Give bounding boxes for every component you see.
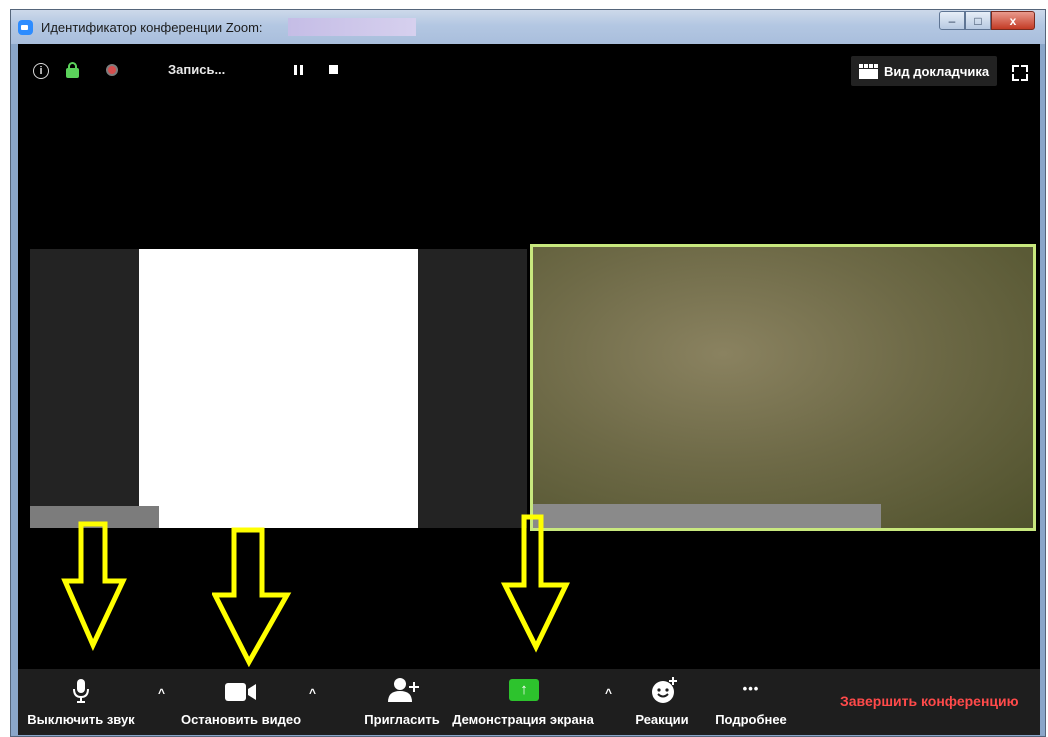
speaker-view-icon [859, 63, 878, 79]
audio-options-caret[interactable]: ^ [158, 686, 165, 700]
participant-tile-left[interactable] [30, 249, 527, 528]
pause-icon[interactable] [294, 65, 303, 75]
zoom-window: Идентификатор конференции Zoom: – □ x i … [10, 9, 1046, 737]
meeting-id-redacted [288, 18, 416, 36]
info-icon[interactable]: i [33, 63, 49, 79]
lock-body [66, 68, 79, 78]
minimize-button[interactable]: – [939, 11, 965, 30]
share-screen-icon: ↑ [509, 679, 539, 701]
reactions-label: Реакции [635, 712, 689, 727]
participant-name-bar [533, 504, 881, 528]
stop-video-label: Остановить видео [180, 712, 302, 727]
invite-button[interactable]: Пригласить [360, 669, 444, 735]
participant-video-white [139, 249, 418, 528]
annotation-arrow-mute [61, 521, 127, 651]
record-icon [106, 64, 118, 76]
annotation-arrow-video [212, 527, 292, 667]
more-icon: ••• [742, 681, 760, 696]
invite-participant-icon [388, 678, 419, 702]
window-controls: – □ x [939, 11, 1035, 31]
share-screen-button[interactable]: ↑ Демонстрация экрана [446, 669, 600, 735]
speaker-view-button[interactable]: Вид докладчика [851, 56, 997, 86]
participant-tile-active[interactable] [530, 244, 1036, 531]
annotation-arrow-share [501, 514, 570, 653]
more-label: Подробнее [715, 712, 787, 727]
reactions-button[interactable]: Реакции [628, 669, 696, 735]
mute-button[interactable]: Выключить звук [20, 669, 142, 735]
reactions-icon [652, 677, 677, 703]
speaker-view-label: Вид докладчика [884, 63, 990, 79]
video-camera-icon [225, 683, 256, 701]
microphone-icon [73, 679, 89, 703]
lock-icon[interactable] [66, 62, 79, 78]
stop-icon[interactable] [329, 65, 338, 74]
title-bar: Идентификатор конференции Zoom: – □ x [11, 10, 1045, 44]
fullscreen-icon[interactable] [1012, 65, 1028, 81]
video-options-caret[interactable]: ^ [309, 686, 316, 700]
mute-label: Выключить звук [27, 712, 135, 727]
close-button[interactable]: x [991, 11, 1035, 30]
stop-video-button[interactable]: Остановить видео [176, 669, 306, 735]
meeting-area: i Запись... Вид докладчика [18, 44, 1040, 669]
end-meeting-button[interactable]: Завершить конференцию [840, 693, 1019, 709]
share-options-caret[interactable]: ^ [605, 686, 612, 700]
maximize-button[interactable]: □ [965, 11, 991, 30]
zoom-app-icon [18, 20, 33, 35]
meeting-toolbar: Выключить звук ^ Остановить видео ^ Приг… [18, 669, 1040, 735]
window-title: Идентификатор конференции Zoom: [41, 20, 263, 35]
invite-label: Пригласить [364, 712, 440, 727]
recording-status: Запись... [168, 62, 226, 77]
more-button[interactable]: ••• Подробнее [708, 669, 794, 735]
share-screen-label: Демонстрация экрана [452, 712, 594, 727]
